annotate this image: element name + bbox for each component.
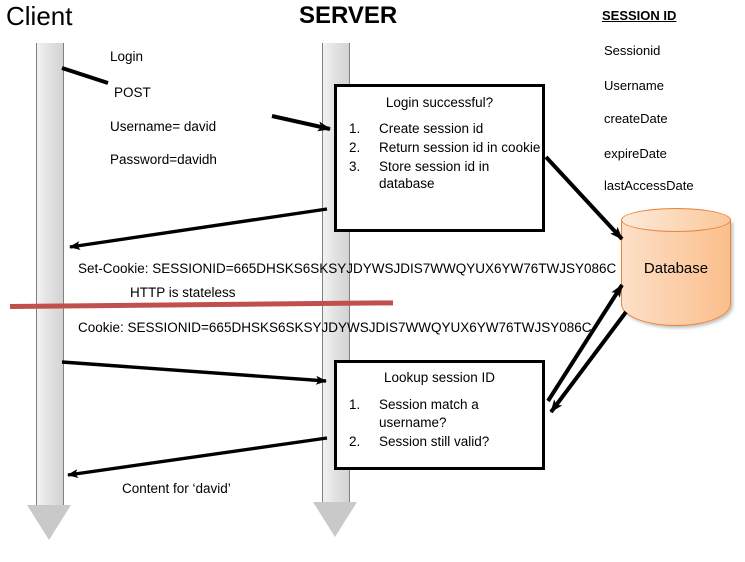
server-column-title: SERVER	[299, 2, 398, 29]
list-item-number: 1.	[349, 121, 361, 136]
lookup-session-box-title: Lookup session ID	[383, 370, 496, 385]
list-item-text: Return session id in cookie	[379, 139, 541, 155]
session-field-username: Username	[604, 78, 664, 93]
list-item-number: 3.	[349, 158, 361, 174]
list-item: 2. Session still valid?	[345, 433, 541, 451]
list-item-text: Session still valid?	[379, 433, 490, 449]
login-successful-box-title: Login successful?	[385, 95, 494, 110]
session-id-column-title: SESSION ID	[602, 8, 677, 23]
request-login-label: Login	[110, 49, 144, 64]
arrow-server-to-client-setcookie	[69, 207, 328, 250]
server-lifeline-arrowhead	[313, 502, 357, 537]
list-item-text: Store session id in database	[379, 158, 490, 192]
set-cookie-message: Set-Cookie: SESSIONID=665DHSKS6SKSYJDYWS…	[78, 261, 617, 276]
list-item: 1. Session match a username?	[345, 396, 541, 432]
request-password-label: Password=davidh	[110, 152, 217, 167]
arrow-login-stub	[61, 66, 109, 85]
lookup-session-box-steps: 1. Session match a username? 2. Session …	[345, 396, 541, 451]
diagram-canvas: Client SERVER SESSION ID Sessionid Usern…	[0, 0, 745, 562]
arrow-box1-to-database	[544, 155, 624, 241]
login-successful-box-steps: 1. Create session id 2. Return session i…	[345, 120, 541, 194]
session-field-sessionid: Sessionid	[604, 43, 661, 58]
request-post-label: POST	[114, 85, 151, 100]
login-successful-box: Login successful? 1. Create session id 2…	[334, 84, 545, 232]
client-column-title: Client	[6, 1, 73, 31]
content-for-david-label: Content for ‘david’	[122, 481, 231, 496]
client-lifeline	[36, 43, 64, 505]
arrow-box2-to-database	[546, 283, 624, 403]
session-field-createdate: createDate	[604, 111, 668, 126]
client-lifeline-arrowhead-outline	[26, 505, 72, 541]
list-item: 2. Return session id in cookie	[345, 139, 541, 157]
list-item-text: Session match a username?	[379, 397, 479, 430]
list-item: 3. Store session id in database	[345, 158, 541, 194]
list-item: 1. Create session id	[345, 120, 541, 138]
list-item-number: 1.	[349, 397, 361, 412]
list-item-text: Create session id	[379, 121, 484, 136]
arrow-client-to-server-cookie	[61, 360, 327, 385]
database-cylinder: Database	[621, 208, 731, 338]
session-field-lastaccessdate: lastAccessDate	[604, 178, 694, 193]
arrow-server-to-client-content	[67, 436, 328, 479]
request-username-label: Username= david	[110, 119, 217, 134]
list-item-number: 2.	[349, 433, 361, 449]
database-label: Database	[643, 260, 709, 277]
list-item-number: 2.	[349, 139, 361, 155]
database-cylinder-top	[621, 208, 731, 232]
cookie-message: Cookie: SESSIONID=665DHSKS6SKSYJDYWSJDIS…	[78, 320, 592, 335]
http-stateless-note: HTTP is stateless	[130, 285, 236, 300]
session-field-expiredate: expireDate	[604, 146, 667, 161]
lookup-session-box: Lookup session ID 1. Session match a use…	[334, 360, 545, 470]
